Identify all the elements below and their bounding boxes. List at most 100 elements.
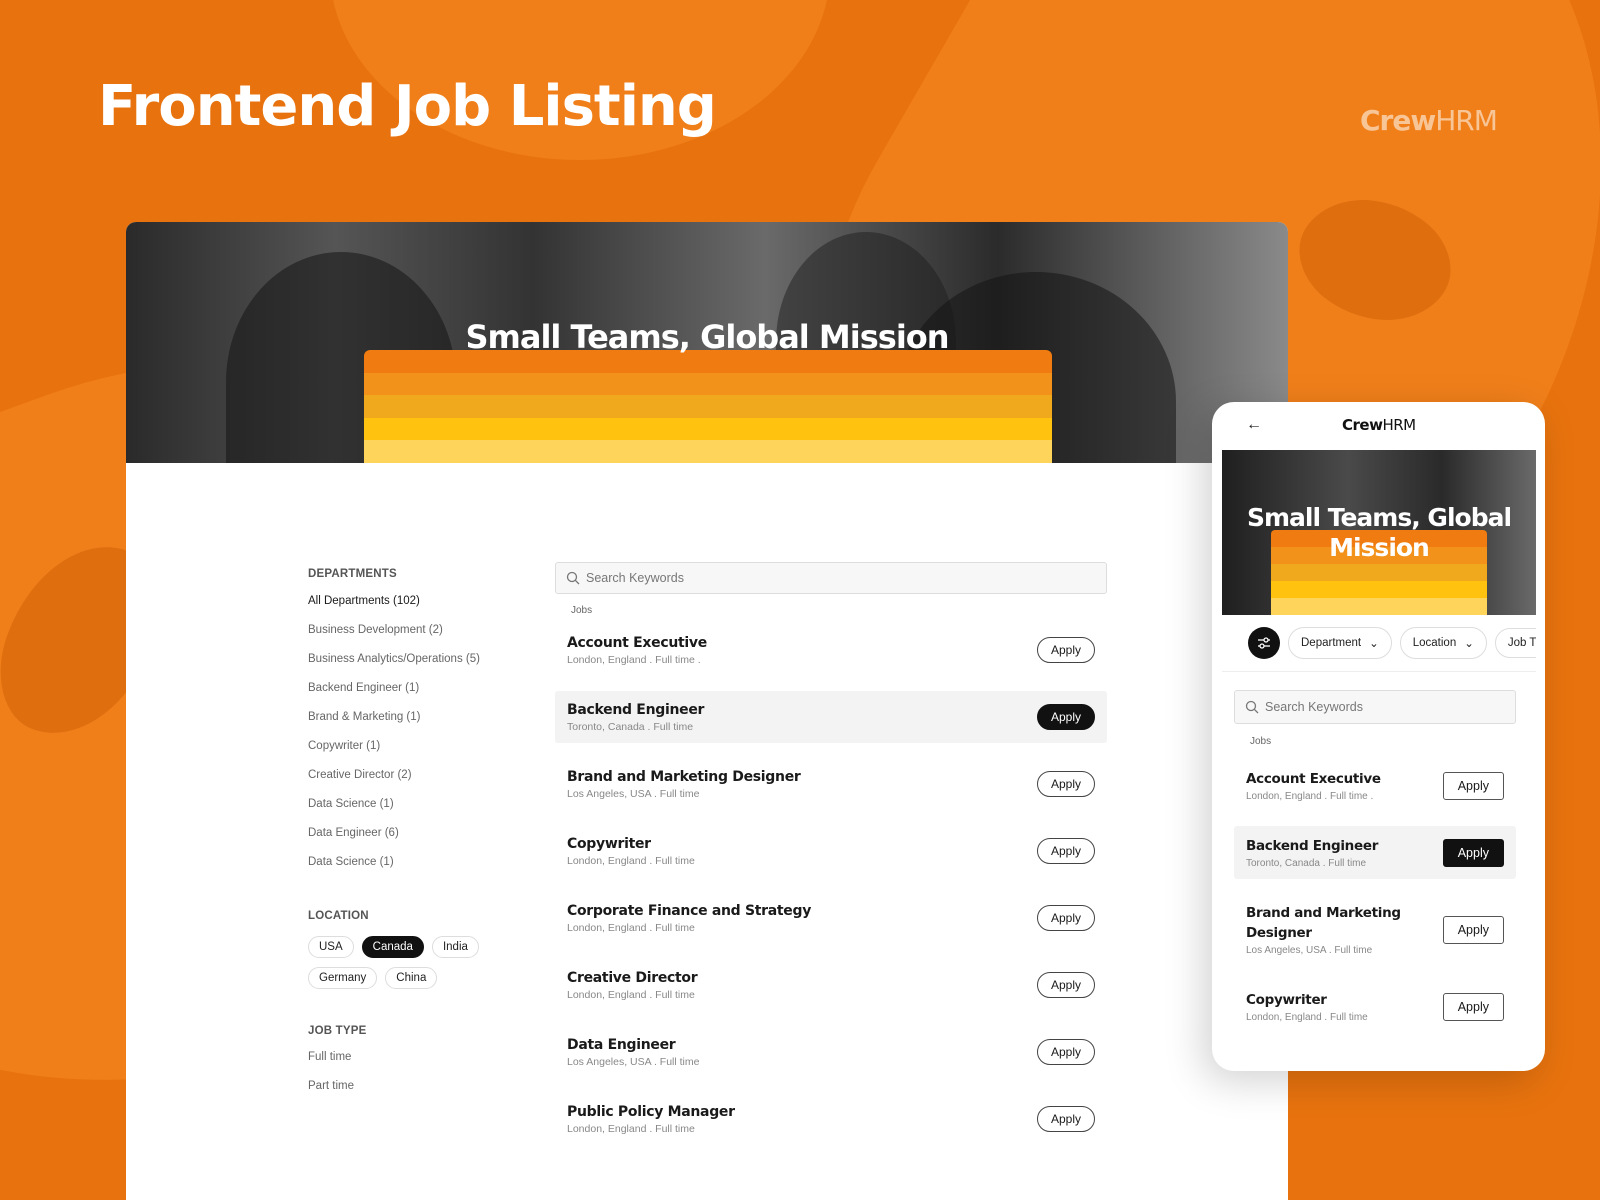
- hero-title: Small Teams, Global Mission: [465, 318, 949, 356]
- chevron-down-icon: ⌄: [1369, 638, 1379, 650]
- department-item[interactable]: Data Science (1): [308, 855, 528, 884]
- mobile-brand-name: Crew: [1342, 416, 1383, 434]
- job-meta: Los Angeles, USA . Full time: [567, 1055, 700, 1068]
- department-item[interactable]: Data Science (1): [308, 797, 528, 826]
- department-item[interactable]: Business Development (2): [308, 623, 528, 652]
- jobs-label: Jobs: [571, 605, 593, 616]
- apply-button[interactable]: Apply: [1036, 1106, 1095, 1132]
- mobile-job-list: Account Executive London, England . Full …: [1234, 759, 1516, 1033]
- mobile-job-row[interactable]: Backend Engineer Toronto, Canada . Full t…: [1234, 826, 1516, 879]
- mobile-brand-suffix: HRM: [1382, 416, 1416, 434]
- location-chip-usa[interactable]: USA: [308, 936, 354, 958]
- department-list: All Departments (102) Business Developme…: [308, 594, 528, 884]
- job-type-filter-label: Job Ty: [1507, 637, 1536, 649]
- department-filter-dropdown[interactable]: Department ⌄: [1288, 627, 1392, 659]
- mobile-jobs-label: Jobs: [1250, 736, 1272, 747]
- apply-button[interactable]: Apply: [1036, 704, 1095, 730]
- filter-sliders-icon[interactable]: [1248, 627, 1280, 659]
- mobile-job-row[interactable]: Copywriter London, England . Full time Ap…: [1234, 980, 1516, 1033]
- job-meta: London, England . Full time: [1246, 1012, 1368, 1023]
- location-chip-china[interactable]: China: [385, 967, 438, 989]
- department-item[interactable]: Copywriter (1): [308, 739, 528, 768]
- location-chips: USA Canada India Germany China: [308, 936, 508, 989]
- job-meta: Los Angeles, USA . Full time: [1246, 945, 1373, 956]
- job-title: Account Executive: [1246, 771, 1381, 787]
- mobile-job-row[interactable]: Account Executive London, England . Full …: [1234, 759, 1516, 812]
- location-chip-germany[interactable]: Germany: [308, 967, 378, 989]
- job-meta: London, England . Full time: [567, 921, 695, 934]
- job-row[interactable]: Brand and Marketing Designer Los Angeles,…: [555, 758, 1107, 810]
- mobile-brand-logo: CrewHRM: [1342, 416, 1416, 434]
- search-icon: [1245, 700, 1259, 714]
- apply-button[interactable]: Apply: [1036, 905, 1095, 931]
- location-filter-label: Location: [1412, 637, 1457, 649]
- job-title: Brand and Marketing Designer: [567, 768, 801, 785]
- job-row[interactable]: Creative Director London, England . Full …: [555, 959, 1107, 1011]
- location-chip-india[interactable]: India: [431, 936, 479, 958]
- mobile-hero-banner: Small Teams, Global Mission: [1222, 450, 1536, 615]
- job-title: Corporate Finance and Strategy: [567, 902, 812, 919]
- brand-logo-suffix: HRM: [1435, 104, 1498, 137]
- mobile-job-row[interactable]: Brand and Marketing Designer Los Angeles,…: [1234, 893, 1516, 966]
- job-meta: Toronto, Canada . Full time: [567, 720, 694, 733]
- department-item[interactable]: Business Analytics/Operations (5): [308, 652, 528, 681]
- job-title: Public Policy Manager: [567, 1103, 735, 1120]
- department-item[interactable]: Data Engineer (6): [308, 826, 528, 855]
- location-heading: LOCATION: [308, 910, 369, 922]
- job-type-filter-dropdown[interactable]: Job Ty: [1494, 628, 1536, 658]
- search-placeholder: Search Keywords: [586, 571, 684, 585]
- job-row[interactable]: Corporate Finance and Strategy London, En…: [555, 892, 1107, 944]
- department-item[interactable]: All Departments (102): [308, 594, 528, 623]
- location-filter-dropdown[interactable]: Location ⌄: [1399, 627, 1487, 659]
- job-title: Backend Engineer: [1246, 838, 1379, 854]
- job-row[interactable]: Account Executive London, England . Full …: [555, 624, 1107, 676]
- job-title: Account Executive: [567, 634, 707, 651]
- department-item[interactable]: Brand & Marketing (1): [308, 710, 528, 739]
- job-row[interactable]: Data Engineer Los Angeles, USA . Full tim…: [555, 1026, 1107, 1078]
- job-title: Copywriter: [567, 835, 651, 852]
- mobile-search-input[interactable]: Search Keywords: [1234, 690, 1516, 724]
- apply-button[interactable]: Apply: [1036, 1039, 1095, 1065]
- location-chip-canada[interactable]: Canada: [361, 936, 424, 958]
- filter-sidebar: DEPARTMENTS All Departments (102) Busine…: [308, 568, 528, 1109]
- mobile-filter-bar: Department ⌄ Location ⌄ Job Ty: [1222, 615, 1536, 672]
- job-title: Copywriter: [1246, 992, 1327, 1008]
- apply-button[interactable]: Apply: [1036, 972, 1095, 998]
- mobile-search-placeholder: Search Keywords: [1265, 700, 1363, 714]
- departments-heading: DEPARTMENTS: [308, 568, 397, 580]
- job-row[interactable]: Public Policy Manager London, England . F…: [555, 1093, 1107, 1145]
- job-meta: London, England . Full time .: [1246, 791, 1374, 802]
- arrow-left-icon[interactable]: ←: [1246, 416, 1262, 434]
- job-title: Brand and Marketing Designer: [1246, 905, 1401, 941]
- apply-button[interactable]: Apply: [1036, 838, 1095, 864]
- department-item[interactable]: Creative Director (2): [308, 768, 528, 797]
- apply-button[interactable]: Apply: [1442, 992, 1504, 1021]
- apply-button[interactable]: Apply: [1442, 915, 1504, 944]
- job-meta: Toronto, Canada . Full time: [1246, 858, 1367, 869]
- job-meta: London, England . Full time: [567, 854, 695, 867]
- page-headline: Frontend Job Listing: [98, 74, 717, 139]
- chevron-down-icon: ⌄: [1464, 638, 1474, 650]
- search-input[interactable]: Search Keywords: [555, 562, 1107, 594]
- job-title: Backend Engineer: [567, 701, 705, 718]
- job-list: Account Executive London, England . Full …: [555, 624, 1107, 1160]
- job-type-heading: JOB TYPE: [308, 1025, 367, 1037]
- job-row[interactable]: Copywriter London, England . Full time Ap…: [555, 825, 1107, 877]
- job-type-part-time[interactable]: Part time: [308, 1080, 528, 1109]
- mobile-hero-title: Small Teams, Global Mission: [1246, 503, 1512, 562]
- apply-button[interactable]: Apply: [1442, 838, 1504, 867]
- mobile-frame: ← CrewHRM Small Teams, Global Mission De…: [1212, 402, 1545, 1071]
- hero-stripe-block: [364, 350, 1052, 463]
- apply-button[interactable]: Apply: [1036, 771, 1095, 797]
- department-filter-label: Department: [1301, 637, 1362, 649]
- job-type-full-time[interactable]: Full time: [308, 1051, 528, 1080]
- job-title: Data Engineer: [567, 1036, 676, 1053]
- apply-button[interactable]: Apply: [1036, 637, 1095, 663]
- brand-logo: CrewHRM: [1360, 104, 1498, 137]
- department-item[interactable]: Backend Engineer (1): [308, 681, 528, 710]
- job-meta: London, England . Full time: [567, 988, 695, 1001]
- search-icon: [566, 571, 580, 585]
- job-meta: London, England . Full time: [567, 1122, 695, 1135]
- job-row[interactable]: Backend Engineer Toronto, Canada . Full t…: [555, 691, 1107, 743]
- apply-button[interactable]: Apply: [1442, 771, 1504, 800]
